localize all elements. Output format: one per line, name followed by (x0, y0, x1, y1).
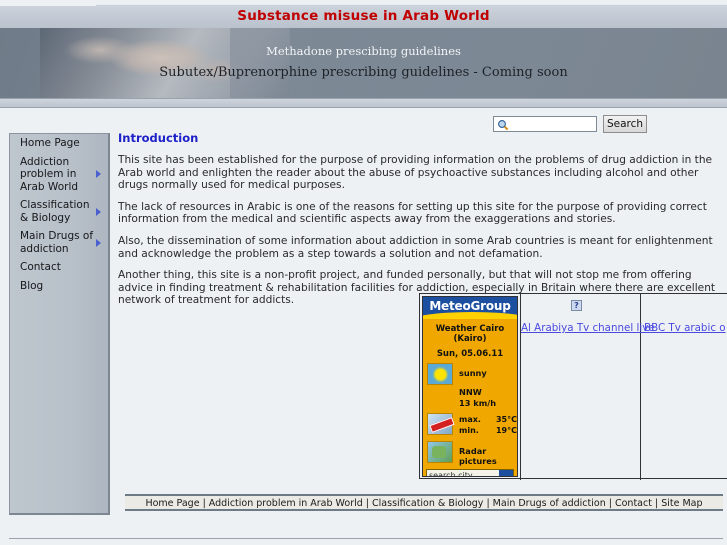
footer-link-classification-biology[interactable]: Classification & Biology (372, 498, 483, 509)
main-content: Introduction This site has been establis… (118, 131, 723, 316)
thermometer-icon (427, 413, 455, 435)
sidebar-item-label: Addiction problem in Arab World (20, 155, 79, 193)
meteogroup-logo: MeteoGroup (423, 297, 517, 319)
sidebar-item-label: Classification & Biology (20, 199, 90, 224)
magnifier-icon (498, 120, 509, 131)
chevron-right-icon (96, 170, 101, 179)
footer-separator: | (362, 498, 373, 509)
weather-condition-row: sunny (423, 363, 517, 387)
weather-condition-label: sunny (459, 368, 487, 378)
sidebar-item-main-drugs[interactable]: Main Drugs of addiction (10, 227, 108, 258)
footer-link-site-map[interactable]: Site Map (661, 498, 702, 509)
footer-separator: | (605, 498, 615, 509)
handshake-photo-fade (230, 28, 390, 98)
page-bottom-rule (9, 538, 723, 539)
chevron-right-icon (96, 207, 101, 216)
sidebar-nav: Home Page Addiction problem in Arab Worl… (9, 133, 110, 515)
weather-temps: max. 35°C min. 19°C (459, 414, 517, 436)
weather-cell: MeteoGroup Weather Cairo (Kairo) Sun, 05… (420, 294, 521, 480)
header-bottom-bar (0, 98, 727, 108)
weather-city-search-input[interactable]: search city (426, 469, 514, 477)
banner-subtitle-methadone: Methadone prescibing guidelines (266, 44, 461, 58)
content-heading: Introduction (118, 131, 199, 145)
footer-nav: Home Page | Addiction problem in Arab Wo… (125, 494, 723, 511)
go-arrow-icon[interactable] (499, 470, 513, 476)
link-cell-al-arabiya: ? Al Arabiya Tv channel live (521, 294, 655, 480)
weather-wind-speed: 13 km/h (459, 398, 497, 408)
sidebar-item-classification-biology[interactable]: Classification & Biology (10, 196, 108, 227)
content-paragraph-1: This site has been established for the p… (118, 154, 713, 192)
weather-min-label: min. (459, 426, 479, 435)
footer-separator: | (199, 498, 209, 509)
widgets-table: MeteoGroup Weather Cairo (Kairo) Sun, 05… (419, 293, 727, 480)
sidebar-item-label: Blog (20, 279, 44, 292)
sidebar-item-contact[interactable]: Contact (10, 258, 108, 277)
footer-link-contact[interactable]: Contact (615, 498, 652, 509)
weather-min-value: 19°C (495, 426, 517, 435)
sidebar-item-label: Contact (20, 261, 61, 273)
footer-link-home-page[interactable]: Home Page (145, 498, 199, 509)
sidebar-item-label: Home Page (20, 137, 80, 149)
link-cell-bbc: BBC Tv arabic o (641, 294, 727, 480)
page-title: Substance misuse in Arab World (237, 8, 490, 24)
search-input-wrapper[interactable] (493, 116, 597, 132)
weather-location: Weather Cairo (Kairo) (435, 324, 505, 344)
meteogroup-weather-widget[interactable]: MeteoGroup Weather Cairo (Kairo) Sun, 05… (422, 296, 518, 477)
search-input[interactable] (512, 119, 592, 131)
broken-image-icon: ? (571, 300, 582, 311)
sidebar-item-home-page[interactable]: Home Page (10, 134, 108, 153)
weather-radar-label: Radar pictures (459, 446, 497, 466)
sidebar-item-addiction-problem[interactable]: Addiction problem in Arab World (10, 153, 108, 197)
weather-date: Sun, 05.06.11 (436, 349, 504, 359)
chevron-right-icon (96, 238, 101, 247)
sidebar-item-blog[interactable]: Blog (10, 277, 108, 296)
site-header: Substance misuse in Arab World Methadone… (0, 0, 727, 108)
content-paragraph-3: Also, the dissemination of some informat… (118, 234, 713, 260)
weather-temperature-row: max. 35°C min. 19°C (423, 413, 517, 437)
weather-city-search-placeholder: search city (429, 471, 473, 477)
page-root: Substance misuse in Arab World Methadone… (0, 0, 727, 545)
footer-links: Home Page | Addiction problem in Arab Wo… (125, 496, 723, 510)
banner: Methadone prescibing guidelines Subutex/… (0, 28, 727, 98)
footer-link-main-drugs[interactable]: Main Drugs of addiction (493, 498, 606, 509)
sidebar-item-label: Main Drugs of addiction (20, 230, 94, 255)
weather-radar-row[interactable]: Radar pictures (423, 441, 517, 466)
content-paragraph-2: The lack of resources in Arabic is one o… (118, 200, 707, 226)
weather-wind-direction: NNW (459, 387, 482, 397)
banner-subtitle-subutex: Subutex/Buprenorphine prescribing guidel… (159, 65, 568, 80)
weather-max-value: 35°C (495, 415, 517, 424)
meteogroup-brand-text: MeteoGroup (429, 299, 511, 313)
weather-max-label: max. (459, 415, 481, 424)
footer-separator: | (651, 498, 662, 509)
footer-link-addiction-problem[interactable]: Addiction problem in Arab World (209, 498, 363, 509)
radar-map-icon (427, 441, 453, 463)
link-bbc-tv-arabic[interactable]: BBC Tv arabic o (644, 322, 726, 334)
link-al-arabiya-tv[interactable]: Al Arabiya Tv channel live (521, 322, 655, 334)
footer-separator: | (483, 498, 493, 509)
sun-icon (427, 363, 453, 385)
logo-curve-shape (423, 312, 517, 319)
title-bar: Substance misuse in Arab World (0, 1, 727, 30)
